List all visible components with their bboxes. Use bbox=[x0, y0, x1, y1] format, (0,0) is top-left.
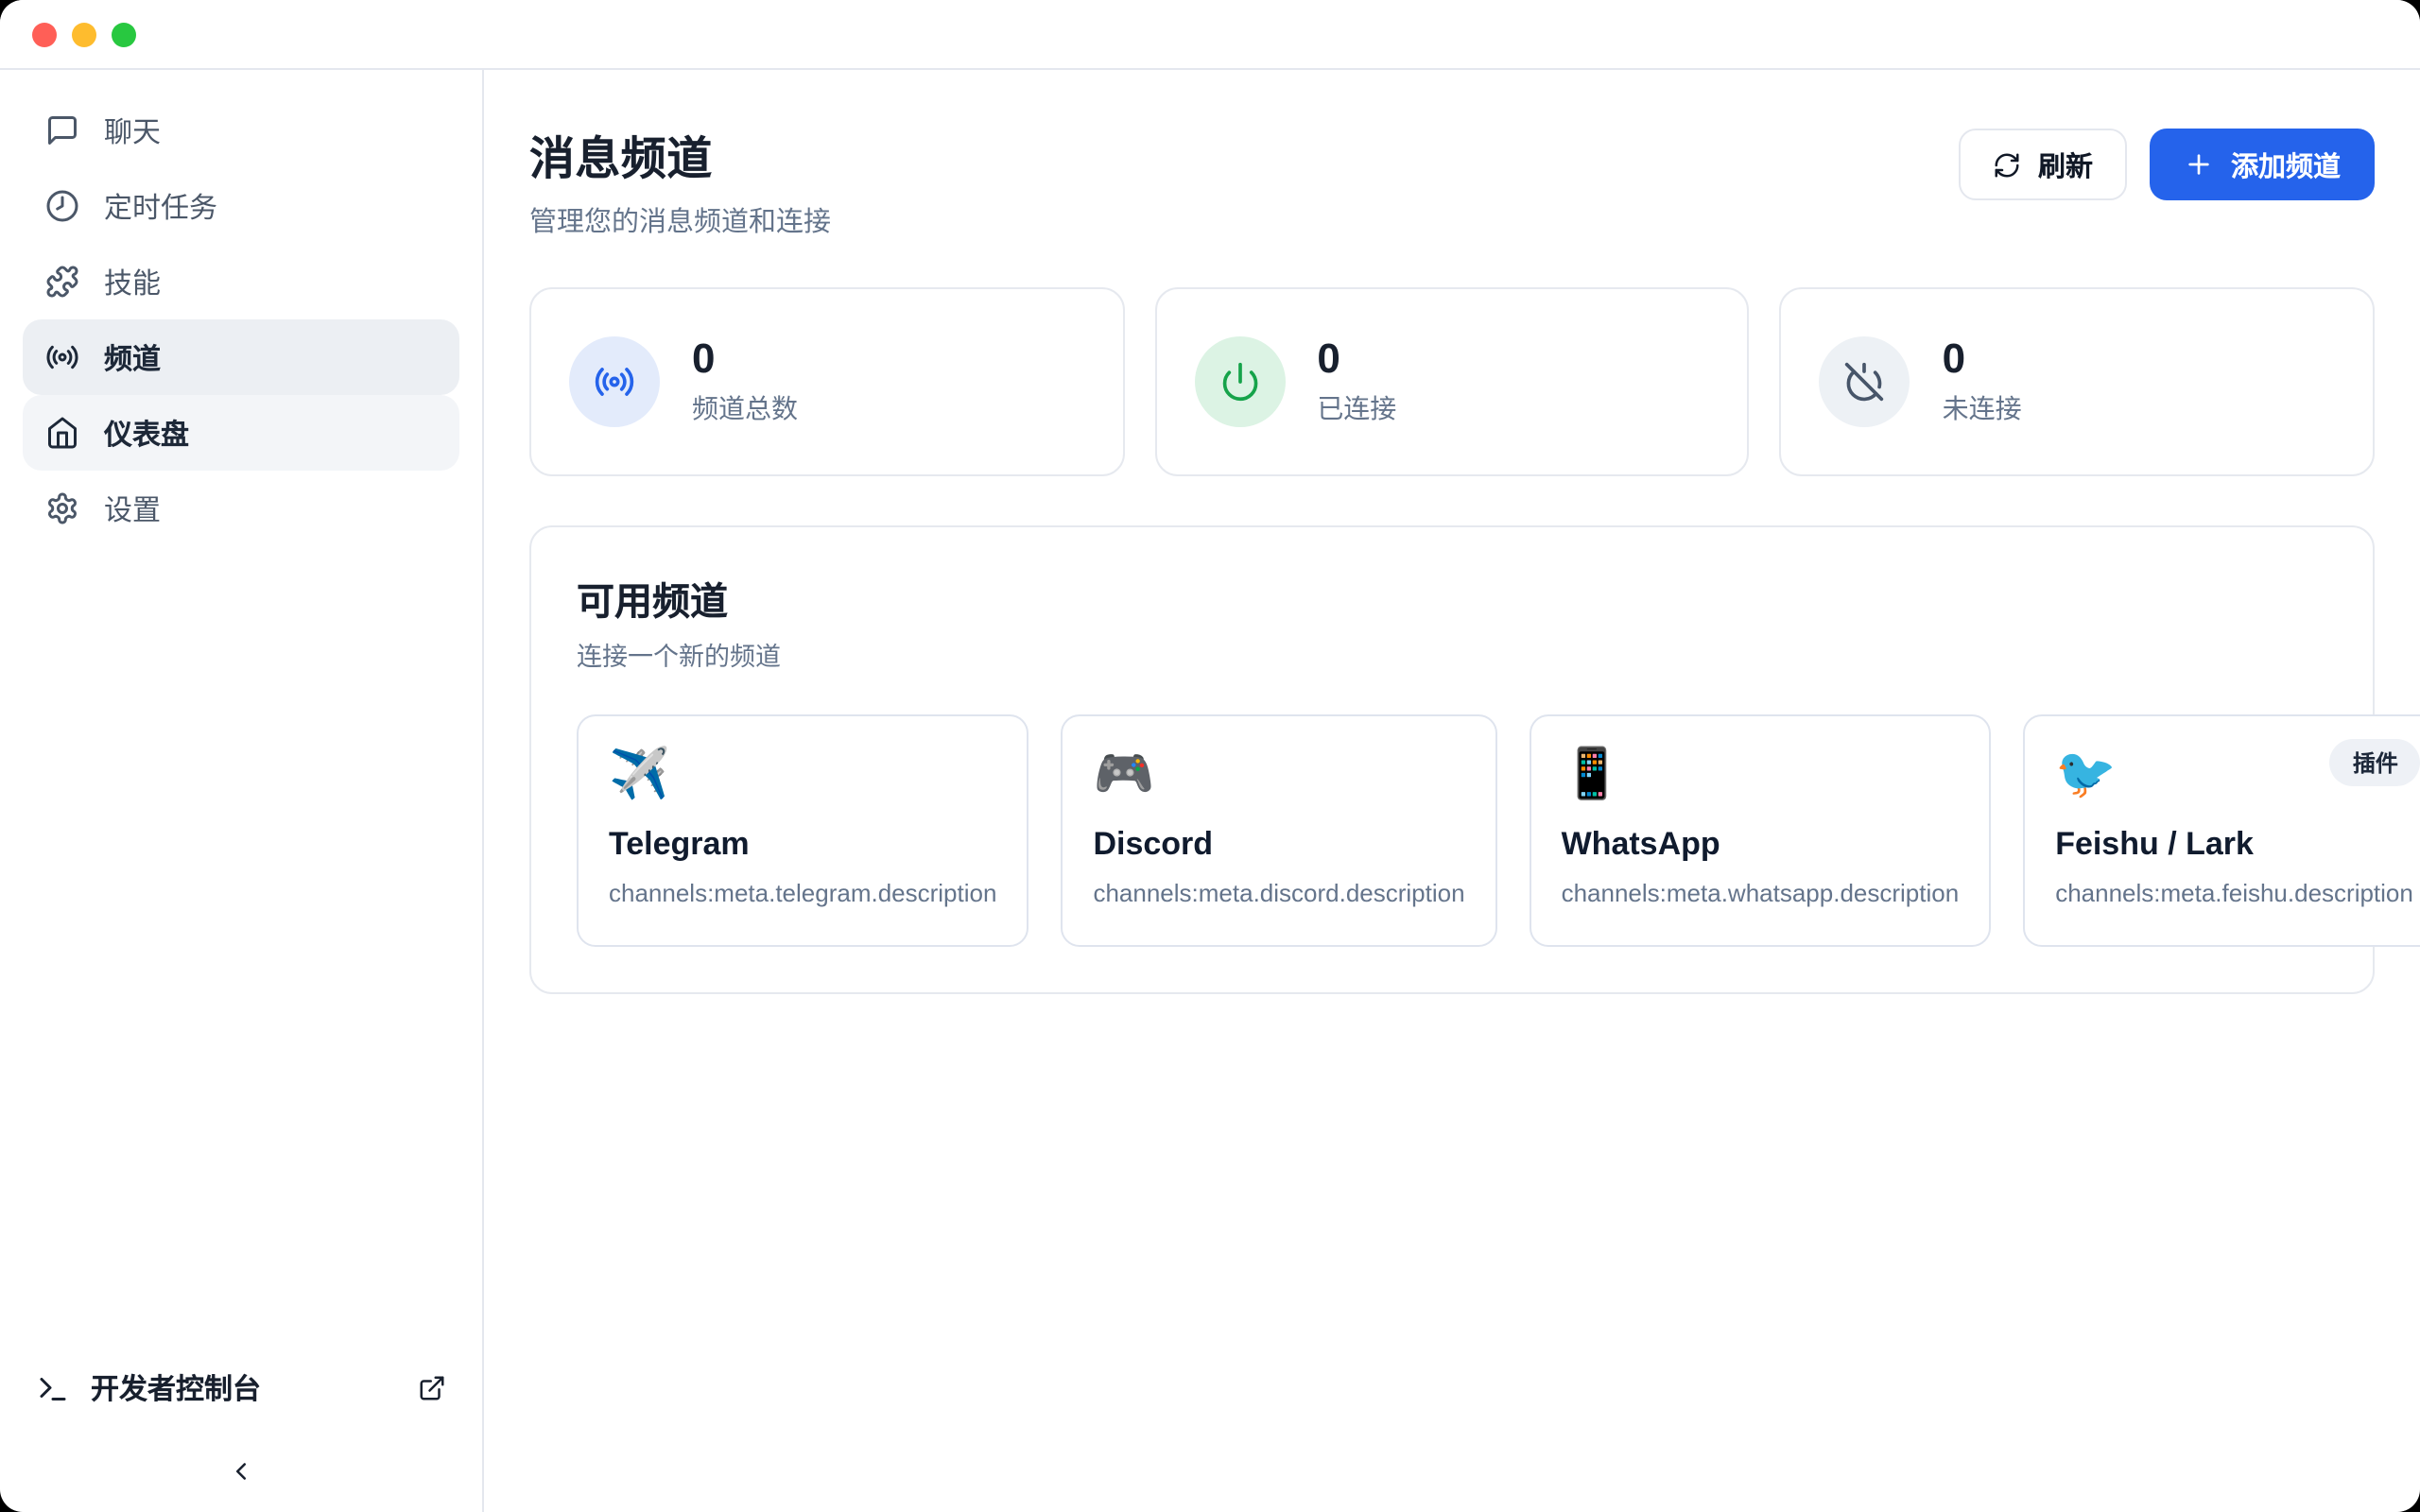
airplane-emoji-icon: ✈️ bbox=[609, 745, 996, 803]
channel-description: channels:meta.discord.description bbox=[1093, 879, 1464, 907]
sidebar-item-label: 定时任务 bbox=[104, 186, 217, 226]
collapse-sidebar-button[interactable] bbox=[227, 1457, 255, 1486]
channel-name: Feishu / Lark bbox=[2055, 826, 2413, 864]
stat-label: 频道总数 bbox=[692, 388, 798, 426]
sidebar-item-scheduled-tasks[interactable]: 定时任务 bbox=[23, 168, 459, 244]
puzzle-icon bbox=[45, 265, 79, 299]
page-header: 消息频道 管理您的消息频道和连接 刷新 添加频道 bbox=[529, 121, 2375, 240]
available-channels-subtitle: 连接一个新的频道 bbox=[577, 635, 2327, 673]
sidebar: 聊天 定时任务 技能 频道 仪表盘 bbox=[0, 70, 484, 1512]
refresh-button-label: 刷新 bbox=[2038, 145, 2093, 184]
sidebar-item-dashboard[interactable]: 仪表盘 bbox=[23, 395, 459, 471]
stat-card-connected: 0 已连接 bbox=[1154, 287, 1749, 476]
app-window: 聊天 定时任务 技能 频道 仪表盘 bbox=[0, 0, 2420, 1512]
stat-value: 0 bbox=[1943, 337, 2022, 383]
traffic-lights bbox=[32, 23, 136, 47]
clock-icon bbox=[45, 189, 79, 223]
zoom-window-button[interactable] bbox=[112, 23, 136, 47]
sidebar-item-label: 技能 bbox=[104, 262, 161, 301]
gamepad-emoji-icon: 🎮 bbox=[1093, 745, 1464, 803]
page-subtitle: 管理您的消息频道和连接 bbox=[529, 200, 831, 240]
page-title: 消息频道 bbox=[529, 121, 831, 187]
main-content: 消息频道 管理您的消息频道和连接 刷新 添加频道 bbox=[484, 70, 2420, 1512]
power-off-icon bbox=[1820, 336, 1910, 427]
radio-icon bbox=[45, 340, 79, 374]
channel-description: channels:meta.feishu.description bbox=[2055, 879, 2413, 907]
stat-value: 0 bbox=[692, 337, 798, 383]
stat-label: 未连接 bbox=[1943, 388, 2022, 426]
power-icon bbox=[1194, 336, 1285, 427]
sidebar-item-channels[interactable]: 频道 bbox=[23, 319, 459, 395]
stat-label: 已连接 bbox=[1317, 388, 1396, 426]
add-channel-button-label: 添加频道 bbox=[2231, 145, 2341, 184]
available-channels-title: 可用频道 bbox=[577, 571, 2327, 626]
available-channels-card: 可用频道 连接一个新的频道 ✈️ Telegram channels:meta.… bbox=[529, 525, 2375, 994]
stats-row: 0 频道总数 0 已连接 bbox=[529, 287, 2375, 476]
sidebar-footer: 开发者控制台 bbox=[23, 1368, 459, 1486]
sidebar-item-label: 聊天 bbox=[104, 111, 161, 150]
radio-icon bbox=[569, 336, 660, 427]
sidebar-item-label: 频道 bbox=[104, 337, 161, 377]
mobile-phone-emoji-icon: 📱 bbox=[1562, 745, 1960, 803]
external-link-icon bbox=[418, 1374, 446, 1402]
sidebar-item-label: 仪表盘 bbox=[104, 413, 189, 453]
add-channel-button[interactable]: 添加频道 bbox=[2150, 129, 2375, 200]
sidebar-item-chat[interactable]: 聊天 bbox=[23, 93, 459, 168]
terminal-icon bbox=[36, 1371, 70, 1405]
channel-card-whatsapp[interactable]: 📱 WhatsApp channels:meta.whatsapp.descri… bbox=[1530, 714, 1992, 947]
refresh-button[interactable]: 刷新 bbox=[1959, 129, 2127, 200]
sidebar-item-settings[interactable]: 设置 bbox=[23, 471, 459, 546]
stat-card-disconnected: 0 未连接 bbox=[1780, 287, 2375, 476]
channel-card-feishu[interactable]: 插件 🐦 Feishu / Lark channels:meta.feishu.… bbox=[2023, 714, 2420, 947]
app-root: 聊天 定时任务 技能 频道 仪表盘 bbox=[0, 0, 2420, 1512]
channel-grid: ✈️ Telegram channels:meta.telegram.descr… bbox=[577, 714, 2327, 947]
plus-icon bbox=[2184, 149, 2214, 180]
chat-icon bbox=[45, 113, 79, 147]
channel-name: Discord bbox=[1093, 826, 1464, 864]
minimize-window-button[interactable] bbox=[72, 23, 96, 47]
channel-card-telegram[interactable]: ✈️ Telegram channels:meta.telegram.descr… bbox=[577, 714, 1028, 947]
dev-console-link[interactable]: 开发者控制台 bbox=[23, 1368, 459, 1408]
stat-value: 0 bbox=[1317, 337, 1396, 383]
plugin-badge: 插件 bbox=[2330, 739, 2420, 786]
window-titlebar[interactable] bbox=[0, 0, 2420, 70]
close-window-button[interactable] bbox=[32, 23, 57, 47]
home-icon bbox=[45, 416, 79, 450]
sidebar-item-label: 设置 bbox=[104, 489, 161, 528]
channel-description: channels:meta.whatsapp.description bbox=[1562, 879, 1960, 907]
stat-card-total-channels: 0 频道总数 bbox=[529, 287, 1124, 476]
gear-icon bbox=[45, 491, 79, 525]
sidebar-item-skills[interactable]: 技能 bbox=[23, 244, 459, 319]
channel-name: Telegram bbox=[609, 826, 996, 864]
channel-card-discord[interactable]: 🎮 Discord channels:meta.discord.descript… bbox=[1061, 714, 1496, 947]
channel-description: channels:meta.telegram.description bbox=[609, 879, 996, 907]
refresh-icon bbox=[1993, 150, 2021, 179]
dev-console-label: 开发者控制台 bbox=[91, 1368, 261, 1408]
channel-name: WhatsApp bbox=[1562, 826, 1960, 864]
